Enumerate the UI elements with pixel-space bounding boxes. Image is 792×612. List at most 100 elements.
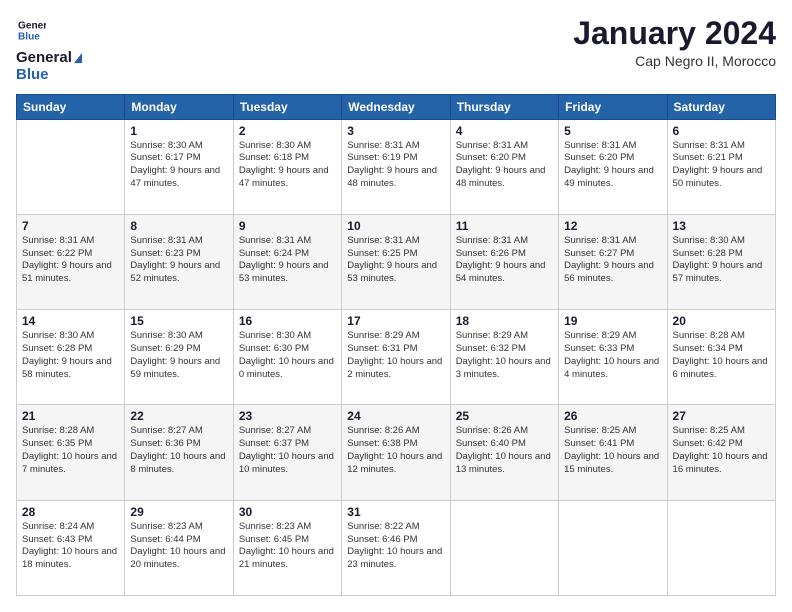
table-cell bbox=[17, 119, 125, 214]
day-number: 20 bbox=[673, 314, 770, 328]
day-info: Sunrise: 8:31 AMSunset: 6:22 PMDaylight:… bbox=[22, 235, 119, 286]
day-info: Sunrise: 8:30 AMSunset: 6:30 PMDaylight:… bbox=[239, 330, 336, 381]
table-cell: 29 Sunrise: 8:23 AMSunset: 6:44 PMDayligh… bbox=[125, 500, 233, 595]
table-cell: 13 Sunrise: 8:30 AMSunset: 6:28 PMDayligh… bbox=[667, 214, 775, 309]
page: General Blue General Blue January 2024 C… bbox=[0, 0, 792, 612]
day-number: 26 bbox=[564, 409, 661, 423]
col-monday: Monday bbox=[125, 94, 233, 119]
day-info: Sunrise: 8:30 AMSunset: 6:28 PMDaylight:… bbox=[22, 330, 119, 381]
table-cell: 5Sunrise: 8:31 AMSunset: 6:20 PMDaylight… bbox=[559, 119, 667, 214]
table-cell bbox=[559, 500, 667, 595]
day-info: Sunrise: 8:25 AMSunset: 6:41 PMDaylight:… bbox=[564, 425, 661, 476]
day-info: Sunrise: 8:26 AMSunset: 6:40 PMDaylight:… bbox=[456, 425, 553, 476]
day-number: 21 bbox=[22, 409, 119, 423]
table-cell: 24Sunrise: 8:26 AMSunset: 6:38 PMDayligh… bbox=[342, 405, 450, 500]
logo-icon: General Blue bbox=[18, 16, 46, 44]
day-number: 29 bbox=[130, 505, 227, 519]
day-number: 1 bbox=[130, 124, 227, 138]
table-cell: 6 Sunrise: 8:31 AMSunset: 6:21 PMDaylight… bbox=[667, 119, 775, 214]
day-info: Sunrise: 8:23 AMSunset: 6:44 PMDaylight:… bbox=[130, 521, 227, 572]
day-info: Sunrise: 8:31 AMSunset: 6:25 PMDaylight:… bbox=[347, 235, 444, 286]
table-cell: 14 Sunrise: 8:30 AMSunset: 6:28 PMDayligh… bbox=[17, 310, 125, 405]
col-friday: Friday bbox=[559, 94, 667, 119]
day-info: Sunrise: 8:27 AMSunset: 6:36 PMDaylight:… bbox=[130, 425, 227, 476]
day-number: 17 bbox=[347, 314, 444, 328]
col-wednesday: Wednesday bbox=[342, 94, 450, 119]
subtitle: Cap Negro II, Morocco bbox=[573, 53, 776, 69]
day-number: 4 bbox=[456, 124, 553, 138]
table-cell: 17 Sunrise: 8:29 AMSunset: 6:31 PMDayligh… bbox=[342, 310, 450, 405]
day-info: Sunrise: 8:31 AMSunset: 6:19 PMDaylight:… bbox=[347, 140, 444, 191]
table-cell: 1 Sunrise: 8:30 AMSunset: 6:17 PMDaylight… bbox=[125, 119, 233, 214]
col-tuesday: Tuesday bbox=[233, 94, 341, 119]
table-cell: 26 Sunrise: 8:25 AMSunset: 6:41 PMDayligh… bbox=[559, 405, 667, 500]
logo-line1: General bbox=[16, 49, 82, 66]
day-info: Sunrise: 8:31 AMSunset: 6:26 PMDaylight:… bbox=[456, 235, 553, 286]
day-info: Sunrise: 8:31 AMSunset: 6:23 PMDaylight:… bbox=[130, 235, 227, 286]
table-cell: 30 Sunrise: 8:23 AMSunset: 6:45 PMDayligh… bbox=[233, 500, 341, 595]
day-number: 6 bbox=[673, 124, 770, 138]
table-cell: 8 Sunrise: 8:31 AMSunset: 6:23 PMDaylight… bbox=[125, 214, 233, 309]
col-sunday: Sunday bbox=[17, 94, 125, 119]
table-cell: 25 Sunrise: 8:26 AMSunset: 6:40 PMDayligh… bbox=[450, 405, 558, 500]
table-cell: 21Sunrise: 8:28 AMSunset: 6:35 PMDayligh… bbox=[17, 405, 125, 500]
table-cell: 22 Sunrise: 8:27 AMSunset: 6:36 PMDayligh… bbox=[125, 405, 233, 500]
day-number: 27 bbox=[673, 409, 770, 423]
week-row-1: 7Sunrise: 8:31 AMSunset: 6:22 PMDaylight… bbox=[17, 214, 776, 309]
day-number: 25 bbox=[456, 409, 553, 423]
table-cell: 12 Sunrise: 8:31 AMSunset: 6:27 PMDayligh… bbox=[559, 214, 667, 309]
day-number: 23 bbox=[239, 409, 336, 423]
calendar-table: Sunday Monday Tuesday Wednesday Thursday… bbox=[16, 94, 776, 597]
day-info: Sunrise: 8:30 AMSunset: 6:17 PMDaylight:… bbox=[130, 140, 227, 191]
day-number: 11 bbox=[456, 219, 553, 233]
table-cell: 7Sunrise: 8:31 AMSunset: 6:22 PMDaylight… bbox=[17, 214, 125, 309]
table-cell: 23 Sunrise: 8:27 AMSunset: 6:37 PMDayligh… bbox=[233, 405, 341, 500]
day-info: Sunrise: 8:28 AMSunset: 6:34 PMDaylight:… bbox=[673, 330, 770, 381]
table-cell: 18Sunrise: 8:29 AMSunset: 6:32 PMDayligh… bbox=[450, 310, 558, 405]
header-row: Sunday Monday Tuesday Wednesday Thursday… bbox=[17, 94, 776, 119]
day-number: 22 bbox=[130, 409, 227, 423]
day-number: 30 bbox=[239, 505, 336, 519]
day-info: Sunrise: 8:29 AMSunset: 6:33 PMDaylight:… bbox=[564, 330, 661, 381]
day-number: 13 bbox=[673, 219, 770, 233]
day-number: 31 bbox=[347, 505, 444, 519]
day-info: Sunrise: 8:29 AMSunset: 6:31 PMDaylight:… bbox=[347, 330, 444, 381]
day-info: Sunrise: 8:25 AMSunset: 6:42 PMDaylight:… bbox=[673, 425, 770, 476]
week-row-0: 1 Sunrise: 8:30 AMSunset: 6:17 PMDaylight… bbox=[17, 119, 776, 214]
table-cell bbox=[450, 500, 558, 595]
day-number: 3 bbox=[347, 124, 444, 138]
table-cell: 9Sunrise: 8:31 AMSunset: 6:24 PMDaylight… bbox=[233, 214, 341, 309]
table-cell: 15Sunrise: 8:30 AMSunset: 6:29 PMDayligh… bbox=[125, 310, 233, 405]
day-info: Sunrise: 8:31 AMSunset: 6:21 PMDaylight:… bbox=[673, 140, 770, 191]
table-cell: 31 Sunrise: 8:22 AMSunset: 6:46 PMDayligh… bbox=[342, 500, 450, 595]
table-cell: 20 Sunrise: 8:28 AMSunset: 6:34 PMDayligh… bbox=[667, 310, 775, 405]
col-thursday: Thursday bbox=[450, 94, 558, 119]
week-row-3: 21Sunrise: 8:28 AMSunset: 6:35 PMDayligh… bbox=[17, 405, 776, 500]
day-number: 10 bbox=[347, 219, 444, 233]
day-number: 12 bbox=[564, 219, 661, 233]
day-number: 8 bbox=[130, 219, 227, 233]
day-number: 5 bbox=[564, 124, 661, 138]
day-number: 28 bbox=[22, 505, 119, 519]
table-cell: 16 Sunrise: 8:30 AMSunset: 6:30 PMDayligh… bbox=[233, 310, 341, 405]
day-number: 16 bbox=[239, 314, 336, 328]
logo-line2: Blue bbox=[16, 66, 82, 83]
table-cell: 19 Sunrise: 8:29 AMSunset: 6:33 PMDayligh… bbox=[559, 310, 667, 405]
header: General Blue General Blue January 2024 C… bbox=[16, 16, 776, 84]
col-saturday: Saturday bbox=[667, 94, 775, 119]
day-info: Sunrise: 8:27 AMSunset: 6:37 PMDaylight:… bbox=[239, 425, 336, 476]
week-row-2: 14 Sunrise: 8:30 AMSunset: 6:28 PMDayligh… bbox=[17, 310, 776, 405]
week-row-4: 28 Sunrise: 8:24 AMSunset: 6:43 PMDayligh… bbox=[17, 500, 776, 595]
table-cell: 27 Sunrise: 8:25 AMSunset: 6:42 PMDayligh… bbox=[667, 405, 775, 500]
day-info: Sunrise: 8:23 AMSunset: 6:45 PMDaylight:… bbox=[239, 521, 336, 572]
day-info: Sunrise: 8:24 AMSunset: 6:43 PMDaylight:… bbox=[22, 521, 119, 572]
table-cell: 3 Sunrise: 8:31 AMSunset: 6:19 PMDaylight… bbox=[342, 119, 450, 214]
day-info: Sunrise: 8:30 AMSunset: 6:28 PMDaylight:… bbox=[673, 235, 770, 286]
day-info: Sunrise: 8:22 AMSunset: 6:46 PMDaylight:… bbox=[347, 521, 444, 572]
table-cell: 4Sunrise: 8:31 AMSunset: 6:20 PMDaylight… bbox=[450, 119, 558, 214]
day-number: 14 bbox=[22, 314, 119, 328]
day-number: 19 bbox=[564, 314, 661, 328]
day-number: 9 bbox=[239, 219, 336, 233]
logo: General Blue General Blue bbox=[16, 16, 82, 84]
day-info: Sunrise: 8:31 AMSunset: 6:27 PMDaylight:… bbox=[564, 235, 661, 286]
